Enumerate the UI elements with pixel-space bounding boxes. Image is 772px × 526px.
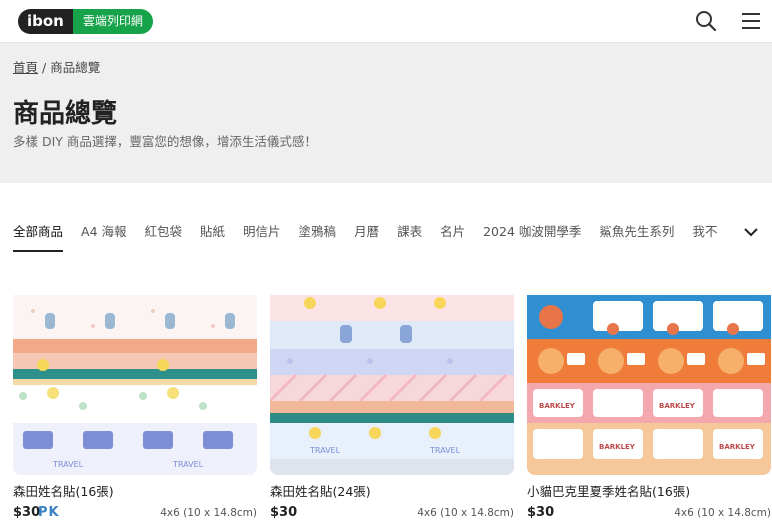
product-price: $30 (527, 505, 555, 520)
tab-stickers[interactable]: 貼紙 (200, 221, 225, 250)
ibon-logo[interactable]: ibon 雲端列印網 (18, 9, 153, 34)
price-row: $30 4x6 (10 x 14.8cm) (527, 505, 771, 521)
travel-label: TRAVEL (172, 460, 204, 469)
tab-a4-poster[interactable]: A4 海報 (81, 221, 126, 250)
site-header: ibon 雲端列印網 (0, 0, 772, 43)
product-size: 4x6 (10 x 14.8cm) (160, 507, 257, 519)
tab-red-envelope[interactable]: 紅包袋 (145, 221, 183, 250)
sticker-sheet-image: BARKLEY BARKLEY BARKLEY BARKLEY (527, 281, 771, 475)
product-size: 4x6 (10 x 14.8cm) (417, 507, 514, 519)
barkley-label: BARKLEY (539, 402, 576, 410)
sticker-sheet-image: TRAVEL TRAVEL (13, 281, 257, 475)
search-icon[interactable] (695, 10, 717, 32)
product-card[interactable]: BARKLEY BARKLEY BARKLEY BARKLEY 小貓巴克里夏季姓… (527, 281, 771, 521)
product-price: $30 (13, 505, 41, 520)
logo-wordmark: ibon (18, 9, 73, 34)
product-grid: TRAVEL TRAVEL 森田姓名貼(16張) $30 4x6 (10 x 1… (13, 281, 772, 526)
page: ibon 雲端列印網 首頁 / 商品總覽 商品總覽 多樣 DIY 商品選擇，豐富… (0, 0, 772, 526)
product-title[interactable]: 森田姓名貼(24張) (270, 481, 514, 500)
tab-calendar[interactable]: 月曆 (354, 221, 379, 250)
product-thumbnail[interactable]: TRAVEL TRAVEL (270, 281, 514, 475)
product-title[interactable]: 森田姓名貼(16張) (13, 481, 257, 500)
tab-doodle[interactable]: 塗鴉稿 (299, 221, 337, 250)
chevron-down-icon[interactable] (742, 223, 760, 241)
menu-icon[interactable] (740, 10, 762, 32)
breadcrumb-current: 商品總覽 (50, 60, 101, 75)
pk-watermark: PK (38, 505, 60, 520)
tab-mr-shark[interactable]: 鯊魚先生系列 (599, 221, 674, 250)
product-card[interactable]: TRAVEL TRAVEL 森田姓名貼(16張) $30 4x6 (10 x 1… (13, 281, 257, 521)
product-title[interactable]: 小貓巴克里夏季姓名貼(16張) (527, 481, 771, 500)
travel-label: TRAVEL (309, 446, 341, 455)
page-subtitle: 多樣 DIY 商品選擇，豐富您的想像，增添生活儀式感！ (13, 134, 317, 149)
travel-label: TRAVEL (52, 460, 84, 469)
product-thumbnail[interactable]: BARKLEY BARKLEY BARKLEY BARKLEY (527, 281, 771, 475)
breadcrumb-home[interactable]: 首頁 (13, 60, 38, 75)
tab-business-card[interactable]: 名片 (440, 221, 465, 250)
tab-all[interactable]: 全部商品 (13, 221, 64, 252)
category-tabs: 全部商品 A4 海報 紅包袋 貼紙 明信片 塗鴉稿 月曆 課表 名片 2024 咖波開學季 鯊魚先生… (13, 221, 743, 255)
product-card[interactable]: TRAVEL TRAVEL 森田姓名貼(24張) $30 4x6 (10 x 1… (270, 281, 514, 521)
product-area: 全部商品 A4 海報 紅包袋 貼紙 明信片 塗鴉稿 月曆 課表 名片 2024 咖波開學季 鯊魚先生… (0, 183, 772, 526)
barkley-label: BARKLEY (599, 443, 636, 451)
breadcrumb: 首頁 / 商品總覽 (13, 57, 100, 76)
hero-section: 首頁 / 商品總覽 商品總覽 多樣 DIY 商品選擇，豐富您的想像，增添生活儀式… (0, 43, 772, 183)
product-price: $30 (270, 505, 298, 520)
sticker-sheet-image: TRAVEL TRAVEL (270, 281, 514, 475)
product-thumbnail[interactable]: TRAVEL TRAVEL (13, 281, 257, 475)
tab-postcard[interactable]: 明信片 (243, 221, 281, 250)
barkley-label: BARKLEY (719, 443, 756, 451)
page-title: 商品總覽 (13, 99, 118, 129)
product-size: 4x6 (10 x 14.8cm) (674, 507, 771, 519)
tab-capoo-school[interactable]: 2024 咖波開學季 (483, 221, 581, 250)
tab-truncated[interactable]: 我不 (692, 221, 717, 250)
barkley-label: BARKLEY (659, 402, 696, 410)
breadcrumb-separator: / (42, 60, 47, 75)
logo-tag: 雲端列印網 (72, 9, 153, 34)
travel-label: TRAVEL (429, 446, 461, 455)
price-row: $30 4x6 (10 x 14.8cm) (270, 505, 514, 521)
tab-timetable[interactable]: 課表 (397, 221, 422, 250)
